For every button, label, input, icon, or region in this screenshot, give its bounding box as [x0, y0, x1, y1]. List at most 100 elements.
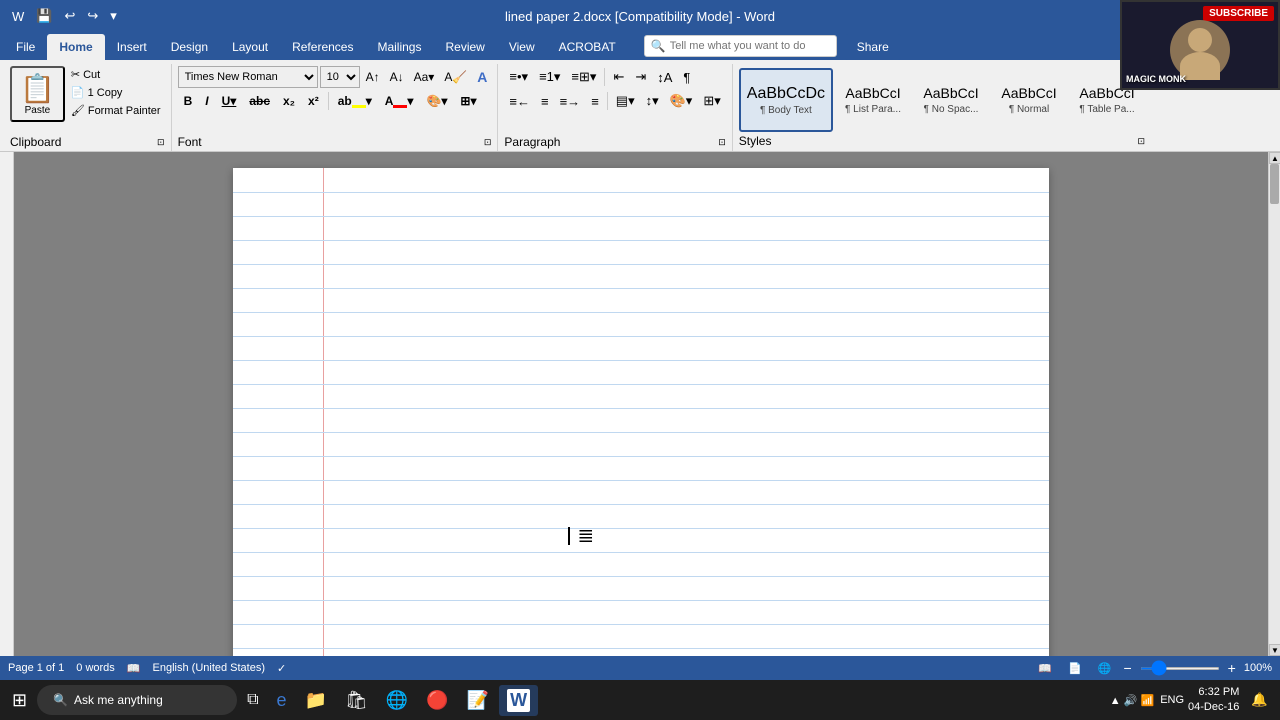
numbering-button[interactable]: ≡1▾	[534, 66, 565, 88]
tab-layout[interactable]: Layout	[220, 34, 280, 60]
language-label: English (United States)	[153, 662, 266, 674]
taskbar: ⊞ 🔍 Ask me anything ⧉ e 📁 🛍 🌐 🔴 📝 W ▲ 🔊 …	[0, 680, 1280, 720]
zoom-in-button[interactable]: +	[1228, 660, 1236, 676]
styles-expand-icon[interactable]: ⊡	[1137, 136, 1145, 147]
store-button[interactable]: 🛍	[337, 686, 376, 715]
search-icon: 🔍	[53, 693, 68, 707]
tell-me-search[interactable]: 🔍	[644, 35, 837, 57]
zoom-out-button[interactable]: −	[1123, 660, 1131, 676]
start-button[interactable]: ⊞	[4, 686, 35, 715]
tell-me-input[interactable]	[670, 40, 830, 52]
tab-mailings[interactable]: Mailings	[365, 34, 433, 60]
scroll-up-arrow[interactable]: ▲	[1269, 152, 1280, 164]
font-shrink-button[interactable]: A↓	[386, 66, 408, 88]
style-body-text[interactable]: AaBbCcDc ¶ Body Text	[739, 68, 833, 132]
scroll-down-arrow[interactable]: ▼	[1269, 644, 1280, 656]
scroll-thumb[interactable]	[1270, 164, 1279, 204]
font-family-select[interactable]: Times New Roman Arial Calibri	[178, 66, 318, 88]
cursor-indicator: ≣	[577, 525, 594, 547]
chrome-button[interactable]: 🔴	[418, 686, 456, 715]
document-area[interactable]: ≣	[14, 152, 1268, 656]
word-taskbar-button[interactable]: W	[499, 685, 538, 716]
redo-button[interactable]: ↪	[83, 6, 102, 26]
lined-paper-line	[233, 408, 1049, 409]
save-button[interactable]: 💾	[32, 6, 56, 26]
strikethrough-button[interactable]: abc	[243, 90, 276, 112]
clipboard-expand-icon[interactable]: ⊡	[157, 137, 165, 148]
justify-button[interactable]: ≡	[586, 90, 604, 112]
notes-button[interactable]: 📝	[459, 686, 497, 715]
font-size-select[interactable]: 10 11 12	[320, 66, 360, 88]
styles-label-row: Styles ⊡	[739, 134, 1145, 148]
font-expand-icon[interactable]: ⊡	[484, 137, 492, 148]
text-effects-button[interactable]: A	[473, 66, 491, 88]
show-formatting-button[interactable]: ¶	[678, 66, 695, 88]
zoom-slider[interactable]	[1140, 667, 1220, 670]
sort-button[interactable]: ↕A	[652, 66, 677, 88]
shading-button[interactable]: 🎨▾	[420, 90, 453, 112]
align-left-button[interactable]: ≡←	[504, 90, 535, 112]
paste-button[interactable]: 📋 Paste	[10, 66, 65, 122]
view-web-button[interactable]: 🌐	[1094, 662, 1116, 675]
undo-button[interactable]: ↩	[60, 6, 79, 26]
ribbon-content: 📋 Paste ✂ Cut 📄 1 Copy 🖌 Format Painter	[0, 60, 1280, 152]
status-bar: Page 1 of 1 0 words 📖 English (United St…	[0, 656, 1280, 680]
increase-indent-button[interactable]: ⇥	[630, 66, 651, 88]
vertical-scrollbar[interactable]: ▲ ▼	[1268, 152, 1280, 656]
borders-button[interactable]: ⊞▾	[454, 90, 482, 112]
cursor-area: ≣	[568, 523, 594, 548]
style-no-spacing[interactable]: AaBbCcI ¶ No Spac...	[913, 68, 989, 132]
style-preview-4: AaBbCcI	[1001, 85, 1056, 102]
line-spacing-button[interactable]: ↕▾	[641, 90, 664, 112]
tab-review[interactable]: Review	[433, 34, 496, 60]
customize-quick-access-button[interactable]: ▾	[106, 6, 121, 26]
decrease-indent-button[interactable]: ⇤	[608, 66, 629, 88]
tab-references[interactable]: References	[280, 34, 365, 60]
share-button[interactable]: Share	[845, 34, 901, 60]
taskview-button[interactable]: ⧉	[239, 687, 266, 713]
tab-insert[interactable]: Insert	[105, 34, 159, 60]
bullets-button[interactable]: ≡•▾	[504, 66, 533, 88]
shading-para-button[interactable]: 🎨▾	[665, 90, 698, 112]
paragraph-expand-icon[interactable]: ⊡	[718, 137, 726, 148]
bold-button[interactable]: B	[178, 90, 199, 112]
text-highlight-button[interactable]: ab▾	[332, 90, 378, 112]
underline-button[interactable]: U▾	[216, 90, 243, 112]
change-case-button[interactable]: Aa▾	[410, 66, 439, 88]
document-page[interactable]: ≣	[233, 168, 1049, 656]
taskbar-search-button[interactable]: 🔍 Ask me anything	[37, 685, 237, 715]
view-print-button[interactable]: 📄	[1064, 662, 1086, 675]
tab-acrobat[interactable]: ACROBAT	[547, 34, 628, 60]
cut-button[interactable]: ✂ Cut	[67, 66, 165, 83]
style-list-para[interactable]: AaBbCcI ¶ List Para...	[835, 68, 911, 132]
search-icon: 🔍	[651, 39, 666, 53]
folder-button[interactable]: 📁	[297, 686, 335, 715]
superscript-button[interactable]: x²	[302, 90, 325, 112]
subscript-button[interactable]: x₂	[277, 90, 301, 112]
font-grow-button[interactable]: A↑	[362, 66, 384, 88]
tab-home[interactable]: Home	[47, 34, 104, 60]
tab-design[interactable]: Design	[159, 34, 220, 60]
browser-button[interactable]: 🌐	[378, 686, 416, 715]
scroll-track[interactable]	[1269, 164, 1280, 644]
tab-view[interactable]: View	[497, 34, 547, 60]
align-right-button[interactable]: ≡→	[555, 90, 586, 112]
folder-icon: 📁	[305, 690, 327, 711]
notifications-button[interactable]: 🔔	[1243, 688, 1276, 712]
notes-icon: 📝	[467, 690, 489, 711]
style-normal[interactable]: AaBbCcI ¶ Normal	[991, 68, 1067, 132]
multilevel-button[interactable]: ≡⊞▾	[566, 66, 601, 88]
tab-file[interactable]: File	[4, 34, 47, 60]
view-read-button[interactable]: 📖	[1034, 662, 1056, 675]
format-painter-button[interactable]: 🖌 Format Painter	[67, 102, 165, 119]
column-button[interactable]: ▤▾	[611, 90, 640, 112]
word-icon-button[interactable]: W	[8, 7, 28, 26]
font-color-button[interactable]: A▾	[379, 90, 420, 112]
copy-button[interactable]: 📄 1 Copy	[67, 84, 165, 101]
borders-para-button[interactable]: ⊞▾	[698, 90, 725, 112]
paragraph-section: ≡•▾ ≡1▾ ≡⊞▾ ⇤ ⇥ ↕A ¶ ≡← ≡ ≡→ ≡ ▤▾ ↕▾ 🎨▾ …	[504, 66, 725, 135]
italic-button[interactable]: I	[199, 90, 214, 112]
edge-button[interactable]: e	[269, 686, 295, 715]
align-center-button[interactable]: ≡	[536, 90, 554, 112]
clear-format-button[interactable]: A🧹	[440, 66, 471, 88]
